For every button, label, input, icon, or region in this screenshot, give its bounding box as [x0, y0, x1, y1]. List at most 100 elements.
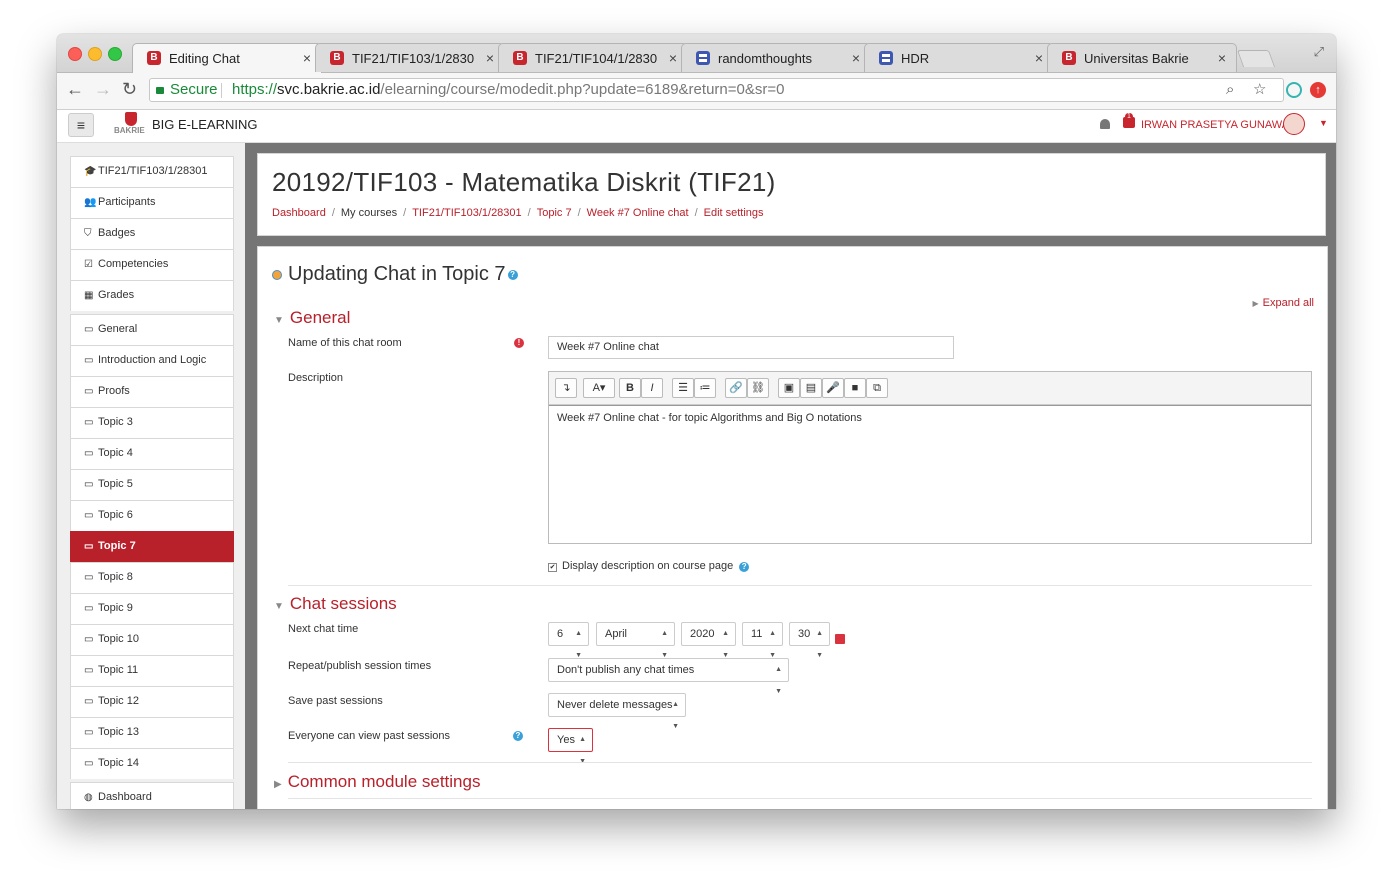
close-tab-icon[interactable]: × — [303, 50, 311, 66]
close-tab-icon[interactable]: × — [486, 50, 494, 66]
sidebar-item-proofs[interactable]: ▭ Proofs — [70, 376, 234, 407]
close-tab-icon[interactable]: × — [669, 50, 677, 66]
hour-select[interactable]: 11 ▲ ▼ — [742, 622, 783, 659]
sidebar-item-tif21-tif103-1-28301[interactable]: 🎓 TIF21/TIF103/1/28301 — [70, 156, 234, 187]
everyone-view-select[interactable]: Yes ▲▼ — [548, 728, 593, 765]
reload-icon[interactable]: ↻ — [122, 79, 137, 100]
help-icon[interactable]: ? — [513, 731, 523, 741]
sidebar-item-topic-12[interactable]: ▭ Topic 12 — [70, 686, 234, 717]
avatar[interactable] — [1283, 113, 1305, 135]
site-navbar: ≡ BAKRIE BIG E-LEARNING 1 IRWAN PRASETYA… — [57, 110, 1336, 143]
unlink-button[interactable]: ⛓ — [747, 378, 769, 398]
bold-button[interactable]: B — [619, 378, 641, 398]
browser-tab[interactable]: B Universitas Bakrie × — [1047, 43, 1237, 72]
numbered-list-button[interactable]: ≔ — [694, 378, 716, 398]
messages-icon[interactable]: 1 — [1123, 113, 1135, 128]
sidebar-item-topic-10[interactable]: ▭ Topic 10 — [70, 624, 234, 655]
browser-tab[interactable]: B TIF21/TIF103/1/2830 × — [315, 43, 505, 72]
section-general-header[interactable]: ▼ General — [274, 308, 350, 328]
help-icon[interactable]: ? — [739, 562, 750, 572]
sidebar-item-introduction-and-logic[interactable]: ▭ Introduction and Logic — [70, 345, 234, 376]
font-style-button[interactable]: A▾ — [583, 378, 615, 398]
expand-all-link[interactable]: ▶ Expand all — [1252, 297, 1314, 309]
repeat-select[interactable]: Don't publish any chat times ▲ ▼ — [548, 658, 789, 695]
browser-tab[interactable]: B TIF21/TIF104/1/2830 × — [498, 43, 688, 72]
sidebar-item-topic-8[interactable]: ▭ Topic 8 — [70, 562, 234, 593]
chevron-down-icon[interactable]: ▼ — [1319, 118, 1328, 128]
bullet-list-button[interactable]: ☰ — [672, 378, 694, 398]
section-chat-sessions-header[interactable]: ▼ Chat sessions — [274, 594, 397, 614]
description-textarea[interactable]: Week #7 Online chat - for topic Algorith… — [549, 405, 1311, 543]
sidebar-item-topic-13[interactable]: ▭ Topic 13 — [70, 717, 234, 748]
site-brand[interactable]: BIG E-LEARNING — [152, 117, 257, 132]
site-logo[interactable]: BAKRIE — [114, 112, 148, 138]
bookmark-star-icon[interactable]: ☆ — [1253, 79, 1266, 101]
close-tab-icon[interactable]: × — [852, 50, 860, 66]
sidebar-item-label: Topic 14 — [98, 757, 139, 769]
section-common-module-header[interactable]: ▶ Common module settings — [274, 772, 480, 792]
bakrie-favicon-icon: B — [147, 51, 161, 65]
url-text[interactable]: https://svc.bakrie.ac.id/elearning/cours… — [232, 79, 784, 101]
record-audio-button[interactable]: 🎤 — [822, 378, 844, 398]
sidebar-item-participants[interactable]: 👥 Participants — [70, 187, 234, 218]
sidebar-item-grades[interactable]: ▦ Grades — [70, 280, 234, 311]
minute-select[interactable]: 30 ▲ ▼ — [789, 622, 830, 659]
secure-indicator[interactable]: Secure — [156, 79, 218, 101]
help-icon[interactable]: ? — [507, 269, 518, 280]
sidebar-item-topic-4[interactable]: ▭ Topic 4 — [70, 438, 234, 469]
link-button[interactable]: 🔗 — [725, 378, 747, 398]
extension-update-icon[interactable]: ↑ — [1310, 82, 1326, 98]
sidebar-item-topic-6[interactable]: ▭ Topic 6 — [70, 500, 234, 531]
back-arrow-icon[interactable]: ← — [66, 79, 84, 100]
fullscreen-icon[interactable]: ⤢ — [1314, 44, 1324, 60]
media-button[interactable]: ▤ — [800, 378, 822, 398]
sidebar-item-topic-7[interactable]: ▭ Topic 7 — [70, 531, 234, 562]
chat-name-input[interactable]: Week #7 Online chat — [548, 336, 954, 359]
display-description-checkbox[interactable]: ✔ Display description on course page? — [548, 560, 750, 572]
close-tab-icon[interactable]: × — [1218, 50, 1226, 66]
breadcrumb-course[interactable]: TIF21/TIF103/1/28301 — [412, 207, 521, 219]
select-arrow-icon: ▲▼ — [579, 736, 586, 765]
user-name[interactable]: IRWAN PRASETYA GUNAWAN — [1141, 119, 1297, 131]
calendar-icon[interactable] — [835, 634, 845, 644]
sidebar-item-dashboard[interactable]: ◍ Dashboard — [70, 782, 234, 809]
breadcrumb-activity[interactable]: Week #7 Online chat — [587, 207, 689, 219]
extension-icon[interactable] — [1286, 82, 1302, 98]
year-select[interactable]: 2020 ▲ ▼ — [681, 622, 736, 659]
sidebar-item-topic-14[interactable]: ▭ Topic 14 — [70, 748, 234, 779]
sidebar-item-badges[interactable]: ⛉ Badges — [70, 218, 234, 249]
sidebar-item-topic-9[interactable]: ▭ Topic 9 — [70, 593, 234, 624]
checkbox-checked-icon[interactable]: ✔ — [548, 563, 557, 572]
sidebar-item-competencies[interactable]: ☑ Competencies — [70, 249, 234, 280]
minimize-window-button[interactable] — [88, 47, 102, 61]
section-common-module-title: Common module settings — [287, 772, 481, 791]
italic-button[interactable]: I — [641, 378, 663, 398]
bell-icon[interactable] — [1100, 119, 1110, 129]
day-select[interactable]: 6 ▲ ▼ — [548, 622, 589, 659]
required-icon: ! — [514, 338, 524, 348]
new-tab-button[interactable] — [1236, 50, 1276, 67]
sidebar-item-general[interactable]: ▭ General — [70, 314, 234, 345]
forward-arrow-icon[interactable]: → — [94, 79, 112, 100]
browser-tab[interactable]: HDR × — [864, 43, 1054, 72]
sidebar-item-topic-3[interactable]: ▭ Topic 3 — [70, 407, 234, 438]
collapse-toolbar-button[interactable]: ↴ — [555, 378, 577, 398]
month-select[interactable]: April ▲ ▼ — [596, 622, 675, 659]
record-video-button[interactable]: ■ — [844, 378, 866, 398]
zoom-icon[interactable]: ⌕ — [1226, 79, 1234, 101]
save-past-select[interactable]: Never delete messages ▲ ▼ — [548, 693, 686, 730]
browser-tab[interactable]: randomthoughts × — [681, 43, 871, 72]
close-window-button[interactable] — [68, 47, 82, 61]
breadcrumb-dashboard[interactable]: Dashboard — [272, 207, 326, 219]
sidebar-item-topic-5[interactable]: ▭ Topic 5 — [70, 469, 234, 500]
zoom-window-button[interactable] — [108, 47, 122, 61]
image-button[interactable]: ▣ — [778, 378, 800, 398]
manage-files-button[interactable]: ⧉ — [866, 378, 888, 398]
address-bar[interactable]: Secure https://svc.bakrie.ac.id/elearnin… — [149, 78, 1284, 102]
breadcrumb-topic[interactable]: Topic 7 — [537, 207, 572, 219]
breadcrumb-edit-settings[interactable]: Edit settings — [704, 207, 764, 219]
browser-tab[interactable]: B Editing Chat × — [132, 43, 322, 73]
close-tab-icon[interactable]: × — [1035, 50, 1043, 66]
sidebar-item-topic-11[interactable]: ▭ Topic 11 — [70, 655, 234, 686]
menu-toggle-button[interactable]: ≡ — [68, 113, 94, 137]
